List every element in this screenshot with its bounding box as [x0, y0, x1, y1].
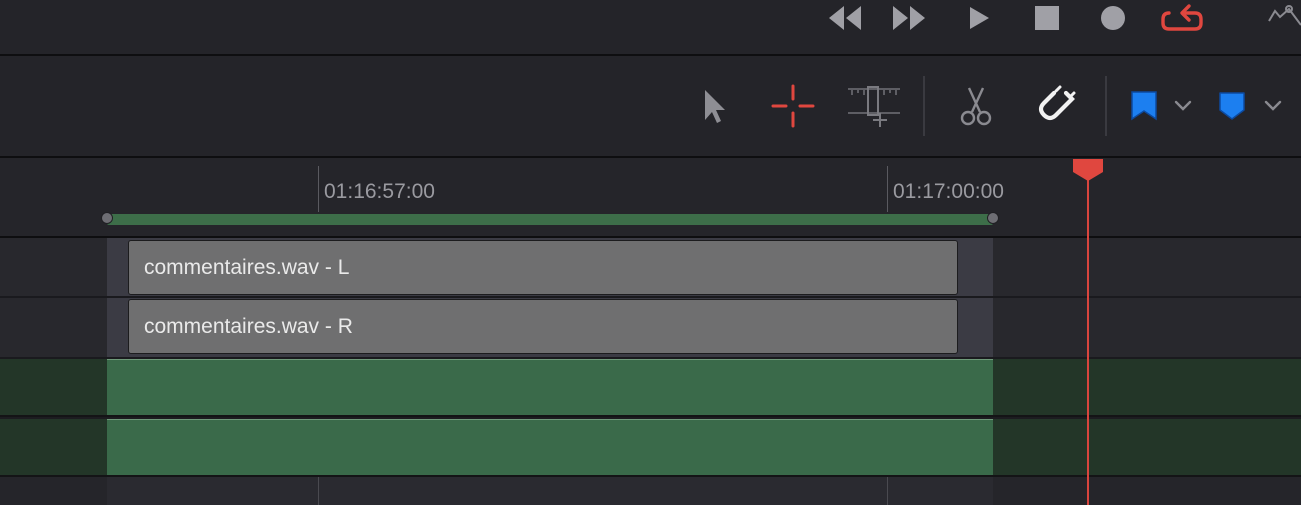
chevron-down-icon — [1174, 100, 1192, 111]
track-selection-range — [107, 477, 993, 505]
ruler-tick — [887, 166, 888, 212]
range-tool-button[interactable] — [770, 83, 816, 129]
playhead-line[interactable] — [1087, 176, 1089, 505]
flag-icon — [1131, 91, 1157, 121]
trim-tool-button[interactable] — [846, 83, 902, 129]
chevron-down-icon — [1264, 100, 1282, 111]
loop-button[interactable] — [1158, 0, 1206, 36]
transport-bar — [0, 0, 1301, 56]
ruler-tick — [318, 166, 319, 212]
out-point-handle[interactable] — [987, 212, 999, 224]
stop-button[interactable] — [1030, 0, 1064, 36]
timeline-tracks: commentaires.wav - L commentaires.wav - … — [0, 238, 1301, 505]
waveform-icon[interactable] — [1266, 0, 1301, 36]
record-button[interactable] — [1096, 0, 1130, 36]
loop-icon — [1161, 4, 1203, 31]
stop-icon — [1035, 6, 1059, 30]
fast-forward-button[interactable] — [888, 0, 932, 36]
selection-tool-button[interactable] — [694, 83, 732, 129]
timecode-label: 01:16:57:00 — [324, 180, 435, 203]
bus-track[interactable] — [0, 359, 1301, 417]
in-point-handle[interactable] — [101, 212, 113, 224]
track-selection-range — [107, 359, 993, 415]
audio-clip[interactable]: commentaires.wav - R — [128, 299, 958, 354]
audio-clip[interactable]: commentaires.wav - L — [128, 240, 958, 295]
timeline-ruler[interactable]: 01:16:57:00 01:17:00:00 — [0, 158, 1301, 238]
scissors-icon — [960, 87, 992, 126]
flag-dropdown-button[interactable] — [1126, 83, 1196, 129]
rewind-icon — [829, 6, 861, 30]
grid-line — [318, 477, 319, 505]
play-icon — [970, 7, 989, 29]
audio-track: commentaires.wav - L — [0, 238, 1301, 298]
arrow-pointer-icon — [705, 90, 725, 123]
rewind-button[interactable] — [822, 0, 866, 36]
grid-line — [887, 477, 888, 505]
toolbar-separator — [923, 76, 925, 136]
in-out-range-bar[interactable] — [107, 214, 993, 225]
play-button[interactable] — [962, 0, 996, 36]
crosshair-icon — [771, 84, 815, 128]
trim-icon — [848, 86, 900, 127]
toolbar-separator — [1105, 76, 1107, 136]
edit-toolbar — [0, 56, 1301, 158]
snapping-button[interactable] — [1034, 83, 1078, 129]
timecode-label: 01:17:00:00 — [893, 180, 1004, 203]
razor-tool-button[interactable] — [954, 83, 998, 129]
empty-track — [0, 477, 1301, 505]
audio-track: commentaires.wav - R — [0, 298, 1301, 359]
bus-track[interactable] — [0, 419, 1301, 477]
playhead-handle[interactable] — [1072, 158, 1104, 182]
track-selection-range — [107, 419, 993, 475]
magnet-icon — [1038, 85, 1076, 121]
marker-dropdown-button[interactable] — [1214, 83, 1286, 129]
marker-icon — [1219, 92, 1245, 120]
fast-forward-icon — [893, 6, 925, 30]
record-icon — [1101, 6, 1125, 30]
